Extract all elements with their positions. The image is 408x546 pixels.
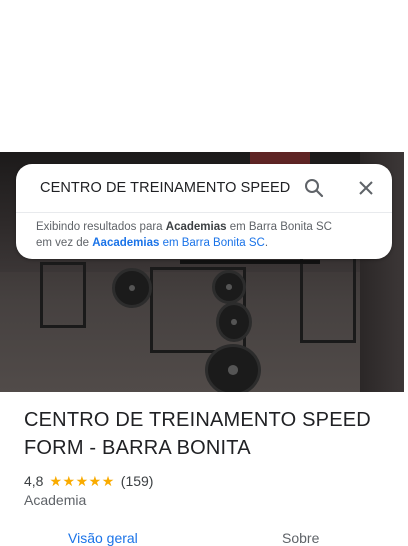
star-icon: ★ bbox=[62, 473, 76, 489]
star-icon: ★ bbox=[88, 473, 102, 489]
search-box[interactable]: CENTRO DE TREINAMENTO SPEED F bbox=[16, 164, 392, 212]
star-icon: ★ bbox=[49, 473, 63, 489]
star-icon: ★ bbox=[101, 473, 115, 489]
star-icon: ★ bbox=[75, 473, 89, 489]
divider bbox=[16, 212, 392, 213]
search-card: CENTRO DE TREINAMENTO SPEED F Exibindo r… bbox=[16, 164, 392, 259]
rating-value: 4,8 bbox=[24, 473, 44, 489]
corrected-term: Academias bbox=[165, 221, 227, 233]
review-count[interactable]: (159) bbox=[121, 473, 154, 489]
place-category[interactable]: Academia bbox=[24, 492, 86, 508]
original-query-link[interactable]: Aacademias bbox=[92, 237, 159, 249]
original-query-link-rest[interactable]: em Barra Bonita SC bbox=[159, 237, 265, 249]
search-icon[interactable] bbox=[302, 176, 326, 200]
spelling-notice: Exibindo resultados para Academias em Ba… bbox=[36, 221, 332, 249]
rating-stars: ★ ★ ★ ★ ★ bbox=[49, 474, 114, 488]
rating-row[interactable]: 4,8 ★ ★ ★ ★ ★ (159) bbox=[24, 471, 153, 491]
search-input[interactable]: CENTRO DE TREINAMENTO SPEED F bbox=[40, 178, 292, 198]
map-blank-area bbox=[0, 0, 408, 152]
close-icon[interactable] bbox=[354, 176, 378, 200]
place-title: CENTRO DE TREINAMENTO SPEED FORM - BARRA… bbox=[24, 409, 371, 459]
